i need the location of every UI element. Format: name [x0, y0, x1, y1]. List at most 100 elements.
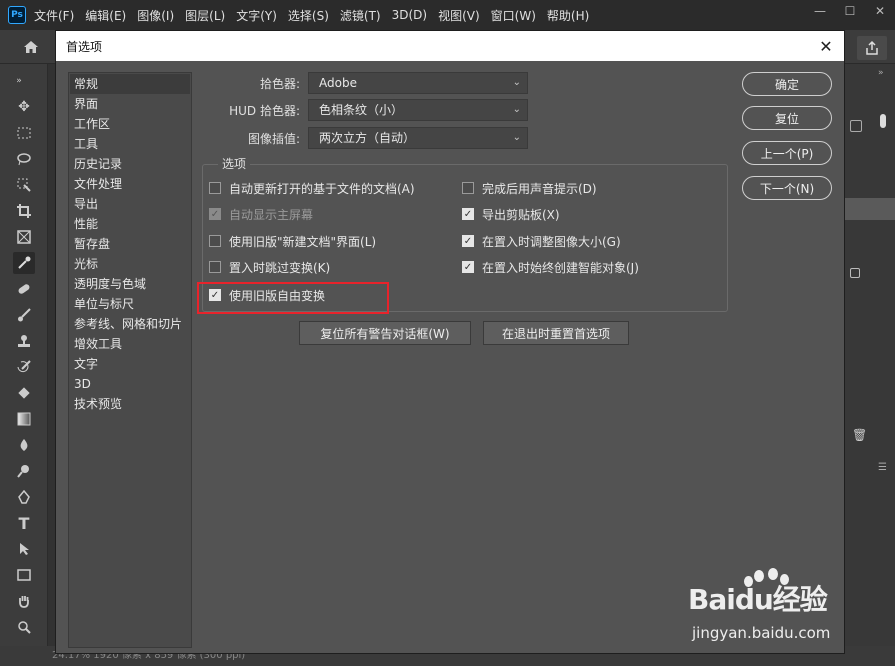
nav-item-plugins[interactable]: 增效工具	[70, 334, 190, 354]
menu-help[interactable]: 帮助(H)	[547, 7, 589, 24]
nav-item-export[interactable]: 导出	[70, 194, 190, 214]
brush-tool-icon[interactable]	[13, 304, 35, 326]
close-window-button[interactable]: ✕	[865, 0, 895, 22]
collapse-panel-icon[interactable]: »	[878, 68, 884, 78]
reset-all-warnings-button[interactable]: 复位所有警告对话框(W)	[299, 321, 471, 345]
checkbox[interactable]	[209, 182, 221, 194]
photoshop-logo: Ps	[8, 6, 26, 24]
lock-pixels-icon[interactable]	[850, 120, 862, 132]
gradient-tool-icon[interactable]	[13, 408, 35, 430]
checkbox[interactable]	[209, 235, 221, 247]
hud-color-picker-select[interactable]: 色相条纹（小） ⌄	[308, 99, 528, 121]
image-interpolation-select[interactable]: 两次立方（自动） ⌄	[308, 127, 528, 149]
menu-image[interactable]: 图像(I)	[137, 7, 174, 24]
menu-3d[interactable]: 3D(D)	[392, 8, 427, 22]
eraser-tool-icon[interactable]	[13, 382, 35, 404]
prev-button[interactable]: 上一个(P)	[742, 141, 832, 165]
chevron-down-icon: ⌄	[512, 132, 521, 143]
nav-item-scratch-disks[interactable]: 暂存盘	[70, 234, 190, 254]
menu-window[interactable]: 窗口(W)	[491, 7, 536, 24]
menu-select[interactable]: 选择(S)	[288, 7, 329, 24]
type-tool-icon[interactable]: T	[13, 512, 35, 534]
color-picker-select[interactable]: Adobe ⌄	[308, 72, 528, 94]
rectangle-tool-icon[interactable]	[13, 564, 35, 586]
tools-panel: » ✥ T •••	[0, 64, 48, 666]
zoom-tool-icon[interactable]	[13, 616, 35, 638]
blur-tool-icon[interactable]	[13, 434, 35, 456]
dodge-tool-icon[interactable]	[13, 460, 35, 482]
nav-item-workspace[interactable]: 工作区	[70, 114, 190, 134]
history-brush-tool-icon[interactable]	[13, 356, 35, 378]
nav-item-3d[interactable]: 3D	[70, 374, 190, 394]
home-icon[interactable]	[16, 36, 46, 58]
toggle-icon[interactable]	[880, 114, 886, 128]
dialog-titlebar: 首选项 ✕	[56, 31, 844, 61]
layer-row[interactable]	[844, 198, 895, 220]
preferences-nav: 常规 界面 工作区 工具 历史记录 文件处理 导出 性能 暂存盘 光标 透明度与…	[68, 72, 192, 648]
menu-filter[interactable]: 滤镜(T)	[340, 7, 381, 24]
maximize-button[interactable]: ☐	[835, 0, 865, 22]
ok-button[interactable]: 确定	[742, 72, 832, 96]
lasso-tool-icon[interactable]	[13, 148, 35, 170]
frame-tool-icon[interactable]	[13, 226, 35, 248]
clone-stamp-tool-icon[interactable]	[13, 330, 35, 352]
checkbox-checked[interactable]: ✓	[462, 235, 474, 247]
reset-button[interactable]: 复位	[742, 106, 832, 130]
option-skip-transform-on-place[interactable]: 置入时跳过变换(K)	[209, 258, 330, 276]
menu-view[interactable]: 视图(V)	[438, 7, 480, 24]
option-export-clipboard[interactable]: ✓ 导出剪贴板(X)	[462, 205, 560, 223]
minimize-button[interactable]: —	[805, 0, 835, 22]
nav-item-performance[interactable]: 性能	[70, 214, 190, 234]
nav-item-general[interactable]: 常规	[70, 74, 190, 94]
next-button[interactable]: 下一个(N)	[742, 176, 832, 200]
nav-item-cursors[interactable]: 光标	[70, 254, 190, 274]
nav-item-type[interactable]: 文字	[70, 354, 190, 374]
menu-edit[interactable]: 编辑(E)	[85, 7, 126, 24]
color-picker-value: Adobe	[319, 76, 357, 90]
nav-item-technology-previews[interactable]: 技术预览	[70, 394, 190, 414]
option-always-create-smart-objects[interactable]: ✓ 在置入时始终创建智能对象(J)	[462, 258, 639, 276]
image-interpolation-value: 两次立方（自动）	[319, 131, 416, 145]
eyedropper-tool-icon[interactable]	[13, 252, 35, 274]
close-icon[interactable]: ✕	[816, 36, 836, 56]
checkbox[interactable]	[209, 261, 221, 273]
baidu-jingyan-watermark: Baidu经验 jingyan.baidu.com	[688, 568, 848, 658]
path-selection-tool-icon[interactable]	[13, 538, 35, 560]
checkbox-checked-disabled: ✓	[209, 208, 221, 220]
chevron-down-icon: ⌄	[512, 104, 521, 115]
option-beep-when-done[interactable]: 完成后用声音提示(D)	[462, 179, 597, 197]
option-resize-image-on-place[interactable]: ✓ 在置入时调整图像大小(G)	[462, 232, 621, 250]
nav-item-transparency[interactable]: 透明度与色域	[70, 274, 190, 294]
checkbox[interactable]	[462, 182, 474, 194]
menu-file[interactable]: 文件(F)	[34, 7, 74, 24]
pen-tool-icon[interactable]	[13, 486, 35, 508]
dialog-title: 首选项	[66, 39, 103, 54]
hud-color-picker-value: 色相条纹（小）	[319, 103, 404, 117]
panel-menu-icon[interactable]: ☰	[878, 462, 887, 473]
checkbox-checked[interactable]: ✓	[462, 208, 474, 220]
share-icon[interactable]	[857, 36, 887, 60]
right-panels: » 🗑 ☰	[843, 64, 895, 666]
reset-preferences-on-quit-button[interactable]: 在退出时重置首选项	[483, 321, 629, 345]
collapse-toolbar-icon[interactable]: »	[8, 70, 30, 92]
nav-item-history[interactable]: 历史记录	[70, 154, 190, 174]
option-auto-update-documents[interactable]: 自动更新打开的基于文件的文档(A)	[209, 179, 415, 197]
nav-item-units-rulers[interactable]: 单位与标尺	[70, 294, 190, 314]
object-selection-tool-icon[interactable]	[13, 174, 35, 196]
checkbox-checked[interactable]: ✓	[462, 261, 474, 273]
move-tool-icon[interactable]: ✥	[13, 96, 35, 118]
nav-item-guides-grid[interactable]: 参考线、网格和切片	[70, 314, 190, 334]
healing-brush-tool-icon[interactable]	[13, 278, 35, 300]
menu-layer[interactable]: 图层(L)	[185, 7, 225, 24]
nav-item-interface[interactable]: 界面	[70, 94, 190, 114]
menu-type[interactable]: 文字(Y)	[236, 7, 277, 24]
menu-bar: Ps 文件(F) 编辑(E) 图像(I) 图层(L) 文字(Y) 选择(S) 滤…	[0, 0, 895, 30]
window-controls: — ☐ ✕	[805, 0, 895, 30]
delete-layer-icon[interactable]: 🗑	[852, 428, 867, 442]
marquee-tool-icon[interactable]	[13, 122, 35, 144]
hand-tool-icon[interactable]	[13, 590, 35, 612]
option-legacy-new-document[interactable]: 使用旧版"新建文档"界面(L)	[209, 232, 376, 250]
crop-tool-icon[interactable]	[13, 200, 35, 222]
nav-item-file-handling[interactable]: 文件处理	[70, 174, 190, 194]
nav-item-tools[interactable]: 工具	[70, 134, 190, 154]
